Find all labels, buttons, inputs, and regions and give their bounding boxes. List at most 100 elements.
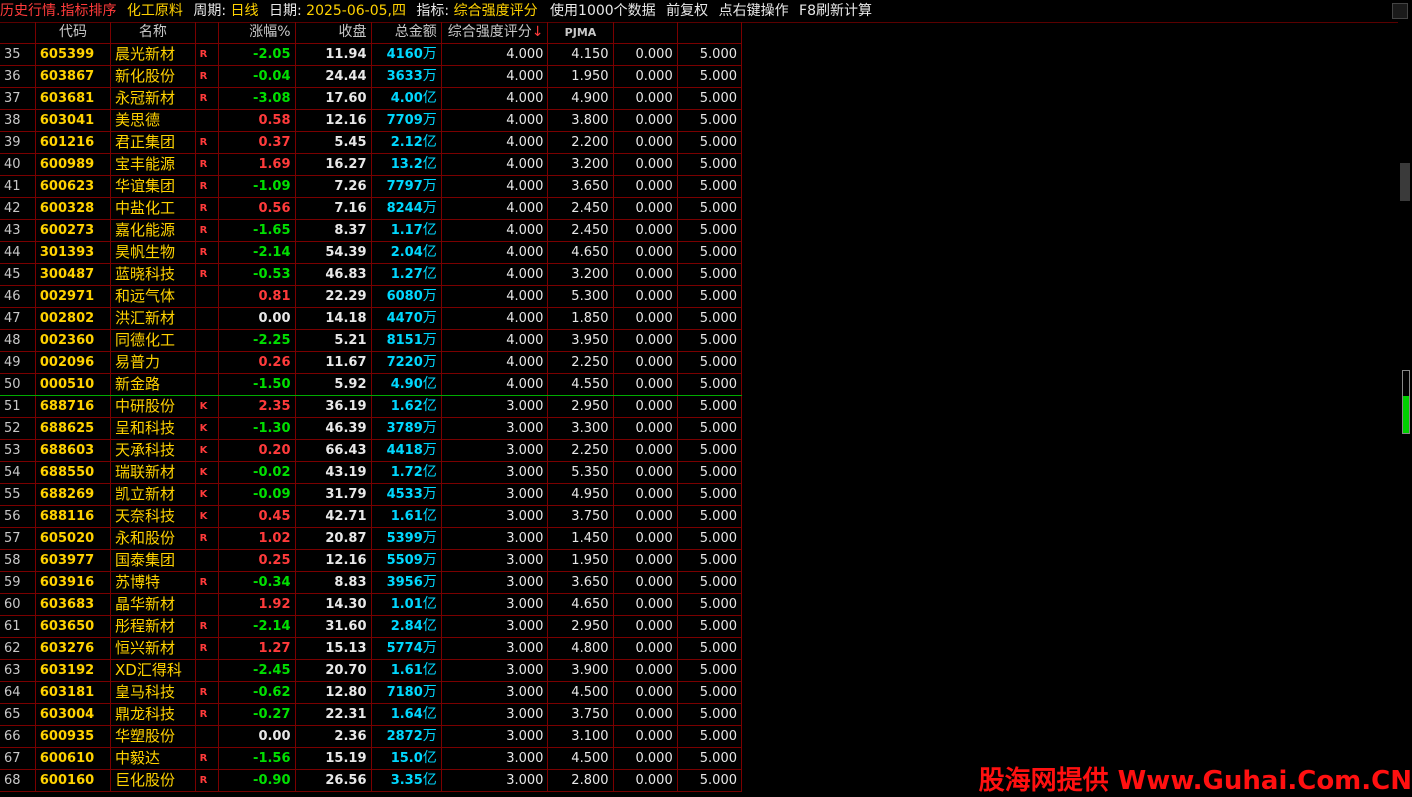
amount-unit: 万 bbox=[422, 200, 437, 216]
table-row[interactable]: 50 000510 新金路 -1.50 5.92 4.90亿 4.000 4.550 0.000… bbox=[0, 373, 743, 396]
row-index: 59 bbox=[0, 571, 36, 594]
pjma-value: 2.450 bbox=[547, 219, 614, 242]
table-row[interactable]: 61 603650 彤程新材 R -2.14 31.60 2.84亿 3.000 2.950 0.… bbox=[0, 615, 743, 638]
pjma-value: 3.100 bbox=[547, 725, 614, 748]
col-index[interactable] bbox=[0, 22, 36, 44]
table-row[interactable]: 62 603276 恒兴新材 R 1.27 15.13 5774万 3.000 4.800 0.0… bbox=[0, 637, 743, 660]
table-row[interactable]: 45 300487 蓝晓科技 R -0.53 46.83 1.27亿 4.000 3.200 0.… bbox=[0, 263, 743, 286]
col9-value: 0.000 bbox=[613, 307, 678, 330]
col9-value: 0.000 bbox=[613, 527, 678, 550]
scroll-position-indicator[interactable] bbox=[1402, 370, 1410, 434]
col-9[interactable] bbox=[613, 22, 678, 44]
table-row[interactable]: 64 603181 皇马科技 R -0.62 12.80 7180万 3.000 4.500 0.… bbox=[0, 681, 743, 704]
close-button[interactable] bbox=[1392, 3, 1408, 19]
table-row[interactable]: 49 002096 易普力 0.26 11.67 7220万 4.000 2.250 0.000… bbox=[0, 351, 743, 374]
amount-value: 2.04 bbox=[390, 245, 423, 260]
stock-name: 永和股份 bbox=[110, 527, 196, 550]
table-row[interactable]: 42 600328 中盐化工 R 0.56 7.16 8244万 4.000 2.450 0.00… bbox=[0, 197, 743, 220]
scrollbar-thumb[interactable] bbox=[1400, 163, 1410, 201]
amount-value: 3789 bbox=[386, 421, 423, 436]
table-row[interactable]: 37 603681 永冠新材 R -3.08 17.60 4.00亿 4.000 4.900 0.… bbox=[0, 87, 743, 110]
row-index: 55 bbox=[0, 483, 36, 506]
adjust-mode[interactable]: 前复权 bbox=[666, 0, 708, 22]
margin-flag bbox=[195, 307, 219, 330]
col10-value: 5.000 bbox=[677, 109, 743, 132]
table-row[interactable]: 51 688716 中研股份 K 2.35 36.19 1.62亿 3.000 2.950 0.0… bbox=[0, 395, 743, 418]
table-row[interactable]: 46 002971 和远气体 0.81 22.29 6080万 4.000 5.300 0.00… bbox=[0, 285, 743, 308]
col9-value: 0.000 bbox=[613, 87, 678, 110]
table-row[interactable]: 53 688603 天承科技 K 0.20 66.43 4418万 3.000 2.250 0.0… bbox=[0, 439, 743, 462]
amount-value: 4.00 bbox=[390, 91, 423, 106]
close-price: 54.39 bbox=[295, 241, 372, 264]
table-row[interactable]: 56 688116 天奈科技 K 0.45 42.71 1.61亿 3.000 3.750 0.0… bbox=[0, 505, 743, 528]
table-row[interactable]: 60 603683 晶华新材 1.92 14.30 1.01亿 3.000 4.650 0.00… bbox=[0, 593, 743, 616]
table-row[interactable]: 55 688269 凯立新材 K -0.09 31.79 4533万 3.000 4.950 0.… bbox=[0, 483, 743, 506]
table-row[interactable]: 59 603916 苏博特 R -0.34 8.83 3956万 3.000 3.650 0.00… bbox=[0, 571, 743, 594]
close-price: 8.83 bbox=[295, 571, 372, 594]
table-row[interactable]: 58 603977 国泰集团 0.25 12.16 5509万 3.000 1.950 0.00… bbox=[0, 549, 743, 572]
stock-name: 中研股份 bbox=[110, 395, 196, 418]
table-row[interactable]: 41 600623 华谊集团 R -1.09 7.26 7797万 4.000 3.650 0.0… bbox=[0, 175, 743, 198]
col-pjma[interactable]: PJMA bbox=[547, 22, 614, 44]
stock-code: 603683 bbox=[35, 593, 112, 616]
table-row[interactable]: 35 605399 晨光新材 R -2.05 11.94 4160万 4.000 4.150 0.… bbox=[0, 43, 743, 66]
stock-name: 新化股份 bbox=[110, 65, 196, 88]
amount-unit: 万 bbox=[422, 574, 437, 590]
table-row[interactable]: 65 603004 鼎龙科技 R -0.27 22.31 1.64亿 3.000 3.750 0.… bbox=[0, 703, 743, 726]
pjma-value: 3.650 bbox=[547, 175, 614, 198]
sector-name[interactable]: 化工原料 bbox=[127, 0, 183, 22]
col-amount[interactable]: 总金额 bbox=[371, 22, 442, 44]
col-10[interactable] bbox=[677, 22, 743, 44]
col-close[interactable]: 收盘 bbox=[295, 22, 372, 44]
pjma-value: 4.500 bbox=[547, 747, 614, 770]
table-row[interactable]: 48 002360 同德化工 -2.25 5.21 8151万 4.000 3.950 0.00… bbox=[0, 329, 743, 352]
table-row[interactable]: 39 601216 君正集团 R 0.37 5.45 2.12亿 4.000 2.200 0.00… bbox=[0, 131, 743, 154]
change-pct: -2.25 bbox=[218, 329, 296, 352]
change-pct: -0.53 bbox=[218, 263, 296, 286]
stock-code: 600160 bbox=[35, 769, 112, 792]
amount-value: 3956 bbox=[386, 575, 423, 590]
col10-value: 5.000 bbox=[677, 241, 743, 264]
date-value[interactable]: 2025-06-05,四 bbox=[306, 0, 406, 22]
table-row[interactable]: 52 688625 呈和科技 K -1.30 46.39 3789万 3.000 3.300 0.… bbox=[0, 417, 743, 440]
table-row[interactable]: 36 603867 新化股份 R -0.04 24.44 3633万 4.000 1.950 0.… bbox=[0, 65, 743, 88]
amount-unit: 亿 bbox=[422, 464, 437, 480]
col-score[interactable]: 综合强度评分↓ bbox=[441, 22, 549, 44]
table-row[interactable]: 63 603192 XD汇得科 -2.45 20.70 1.61亿 3.000 3.900 0.… bbox=[0, 659, 743, 682]
indicator-value[interactable]: 综合强度评分 bbox=[454, 0, 538, 22]
refresh-hint[interactable]: F8刷新计算 bbox=[799, 0, 872, 22]
strength-score: 4.000 bbox=[441, 65, 549, 88]
col-change[interactable]: 涨幅% bbox=[218, 22, 296, 44]
col-score-label: 综合强度评分 bbox=[447, 24, 532, 40]
amount-value: 1.62 bbox=[390, 399, 423, 414]
col9-value: 0.000 bbox=[613, 703, 678, 726]
data-usage[interactable]: 使用1000个数据 bbox=[550, 0, 656, 22]
table-row[interactable]: 40 600989 宝丰能源 R 1.69 16.27 13.2亿 4.000 3.200 0.0… bbox=[0, 153, 743, 176]
table-row[interactable]: 68 600160 巨化股份 R -0.90 26.56 3.35亿 3.000 2.800 0.… bbox=[0, 769, 743, 792]
amount-unit: 万 bbox=[422, 332, 437, 348]
col-name[interactable]: 名称 bbox=[110, 22, 196, 44]
col-code[interactable]: 代码 bbox=[35, 22, 112, 44]
total-amount: 5509万 bbox=[371, 549, 442, 572]
row-index: 35 bbox=[0, 43, 36, 66]
margin-flag: R bbox=[195, 87, 219, 110]
amount-unit: 亿 bbox=[422, 596, 437, 612]
table-row[interactable]: 47 002802 洪汇新材 0.00 14.18 4470万 4.000 1.850 0.00… bbox=[0, 307, 743, 330]
amount-unit: 亿 bbox=[422, 706, 437, 722]
period-value[interactable]: 日线 bbox=[231, 0, 259, 22]
row-index: 44 bbox=[0, 241, 36, 264]
stock-table: 代码 名称 涨幅% 收盘 总金额 综合强度评分↓ PJMA 35 605399 晨光… bbox=[0, 22, 743, 792]
stock-name: 中盐化工 bbox=[110, 197, 196, 220]
table-row[interactable]: 54 688550 瑞联新材 K -0.02 43.19 1.72亿 3.000 5.350 0.… bbox=[0, 461, 743, 484]
table-row[interactable]: 44 301393 昊帆生物 R -2.14 54.39 2.04亿 4.000 4.650 0.… bbox=[0, 241, 743, 264]
stock-name: 永冠新材 bbox=[110, 87, 196, 110]
table-row[interactable]: 57 605020 永和股份 R 1.02 20.87 5399万 3.000 1.450 0.0… bbox=[0, 527, 743, 550]
margin-flag: R bbox=[195, 65, 219, 88]
table-row[interactable]: 43 600273 嘉化能源 R -1.65 8.37 1.17亿 4.000 2.450 0.0… bbox=[0, 219, 743, 242]
table-row[interactable]: 66 600935 华塑股份 0.00 2.36 2872万 3.000 3.100 0.000… bbox=[0, 725, 743, 748]
table-row[interactable]: 67 600610 中毅达 R -1.56 15.19 15.0亿 3.000 4.500 0.0… bbox=[0, 747, 743, 770]
stock-name: 晶华新材 bbox=[110, 593, 196, 616]
col10-value: 5.000 bbox=[677, 153, 743, 176]
row-index: 67 bbox=[0, 747, 36, 770]
table-row[interactable]: 38 603041 美思德 0.58 12.16 7709万 4.000 3.800 0.000… bbox=[0, 109, 743, 132]
